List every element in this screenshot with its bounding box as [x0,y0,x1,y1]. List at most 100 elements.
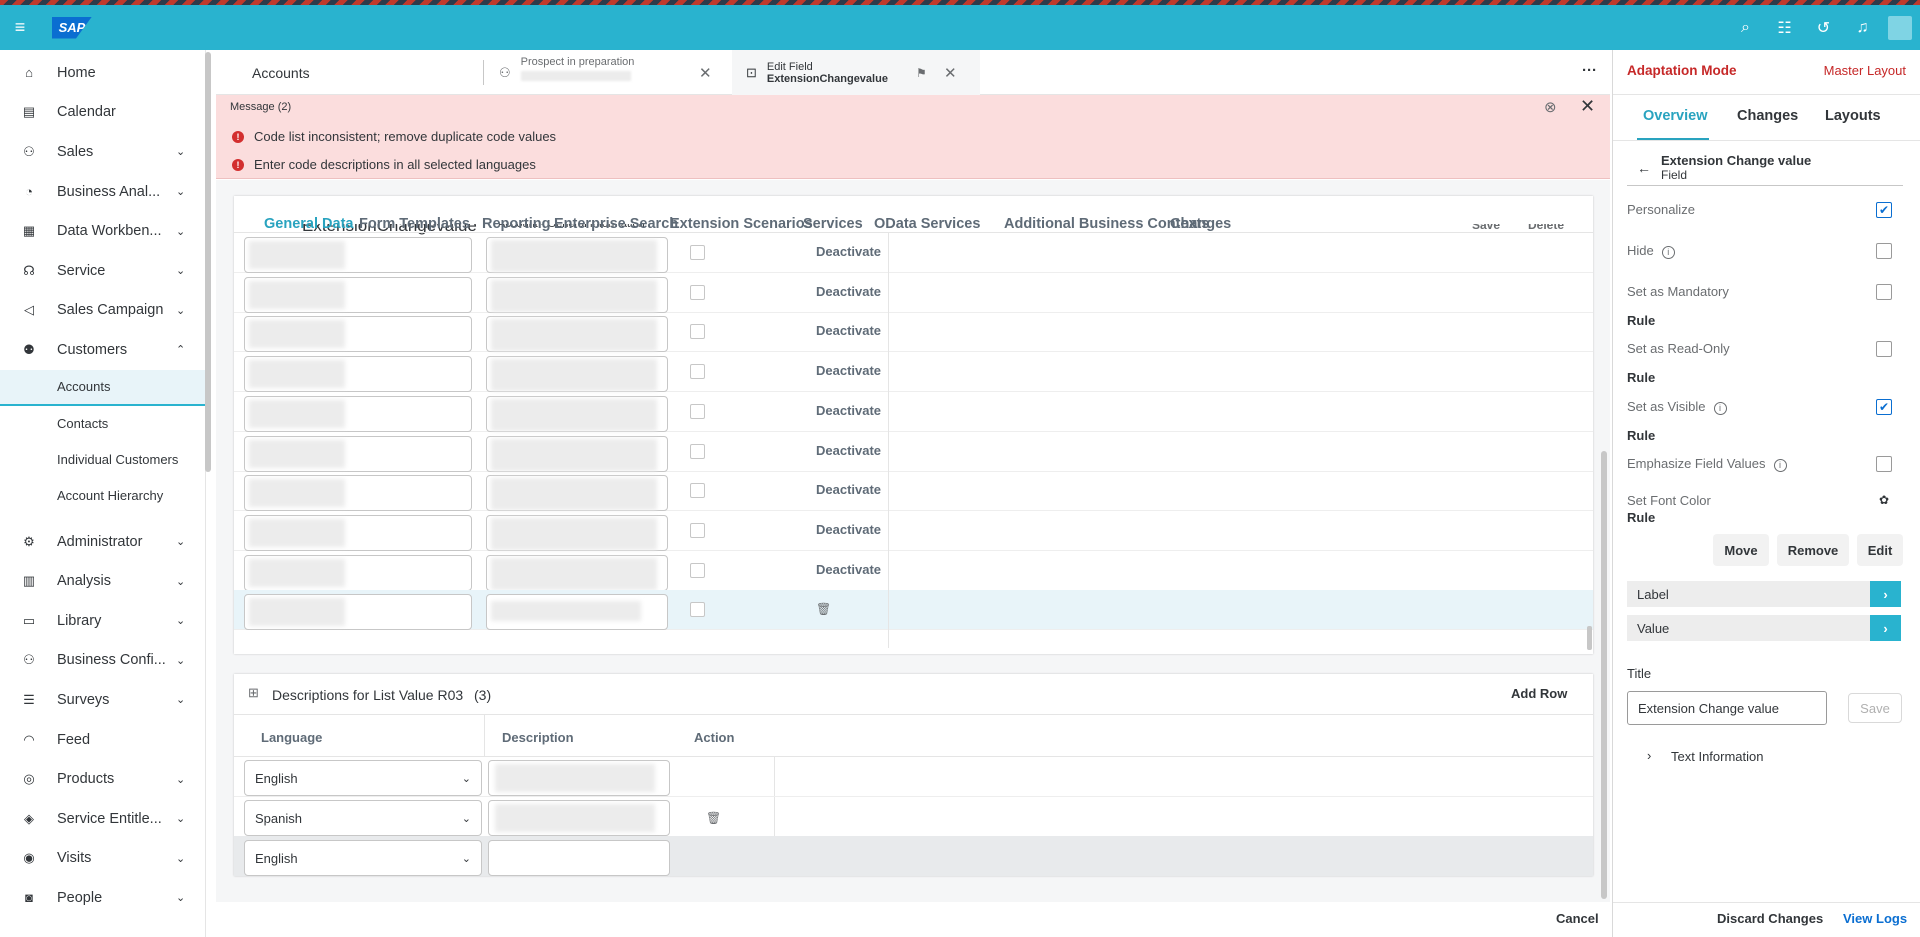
sidebar-subitem-accounts[interactable]: Accounts [0,369,205,406]
feedback-icon[interactable]: ☷ [1765,18,1804,38]
row-checkbox[interactable] [690,562,705,578]
sidebar-item-analysis[interactable]: ▥ Analysis ⌄ [0,561,205,601]
sap-logo[interactable]: SAP [52,16,92,39]
code-input[interactable] [244,356,472,393]
code-input[interactable] [244,435,472,472]
code-input[interactable] [244,276,472,313]
master-layout-label[interactable]: Master Layout [1824,63,1906,78]
tab-accounts[interactable]: Accounts [252,50,310,95]
table-row[interactable]: Deactivate [234,471,1593,512]
remove-button[interactable]: Remove [1777,534,1849,566]
sidebar-item-surveys[interactable]: ☰ Surveys ⌄ [0,680,205,720]
sidebar-item-data-workben[interactable]: ▦ Data Workben... ⌄ [0,211,205,251]
bell-icon[interactable]: ♫ [1843,19,1882,37]
code-description-input[interactable] [486,395,668,432]
message-item[interactable]: ! Enter code descriptions in all selecte… [232,157,536,172]
deactivate-button[interactable]: Deactivate [816,482,881,497]
chevron-down-icon[interactable]: ⌄ [176,264,185,277]
sidebar-item-business-anal[interactable]: ◔ Business Anal... ⌄ [0,172,205,212]
chevron-up-icon[interactable]: ⌃ [176,343,185,356]
deactivate-button[interactable]: Deactivate [816,284,881,299]
deactivate-button[interactable]: Deactivate [816,403,881,418]
info-icon[interactable]: i [1661,246,1675,259]
table-row[interactable]: Deactivate [234,312,1593,353]
sidebar-item-visits[interactable]: ◉ Visits ⌄ [0,839,205,879]
personalize-checkbox[interactable]: ✔ [1876,202,1892,218]
tab-form-templates[interactable]: Form Templates [359,216,470,232]
chevron-down-icon[interactable]: ⌄ [176,185,185,198]
chevron-down-icon[interactable]: ⌄ [176,693,185,706]
close-icon[interactable]: ✕ [699,64,712,82]
menu-icon[interactable]: ≡ [0,17,40,38]
row-checkbox[interactable] [690,443,705,459]
sidebar-item-customers[interactable]: ⚉ Customers ⌃ [0,330,205,370]
close-icon[interactable]: ✕ [944,64,957,82]
sidebar-item-business-confi[interactable]: ⚇ Business Confi... ⌄ [0,641,205,681]
chevron-down-icon[interactable]: ⌄ [176,225,185,238]
table-row[interactable]: Deactivate [234,551,1593,591]
value-row[interactable]: Value › [1627,615,1901,641]
save-button[interactable]: Save [1848,693,1902,723]
sidebar-subitem-account-hierarchy[interactable]: Account Hierarchy [0,478,205,514]
row-checkbox[interactable] [690,364,705,380]
tab-services[interactable]: Services [803,216,863,232]
deactivate-button[interactable]: Deactivate [816,443,881,458]
table-row[interactable]: Deactivate [234,511,1593,551]
deactivate-button[interactable]: Deactivate [816,522,881,537]
sidebar-item-library[interactable]: ▭ Library ⌄ [0,601,205,641]
palette-icon[interactable]: ✿ [1879,493,1889,507]
sidebar-item-people[interactable]: ◙ People ⌄ [0,878,205,918]
tab-edit-field[interactable]: ⊡ Edit Field ExtensionChangevalue ⚑ ✕ [732,50,980,95]
sidebar-item-products[interactable]: ◎ Products ⌄ [0,759,205,799]
sidebar-subitem-individual-customers[interactable]: Individual Customers [0,442,205,478]
table-row[interactable]: 🗑 [234,590,1593,631]
chevron-down-icon[interactable]: ⌄ [176,773,185,786]
deactivate-button[interactable]: Deactivate [816,562,881,577]
text-information-toggle[interactable]: Text Information [1671,749,1764,764]
sidebar-item-sales[interactable]: ⚇ Sales ⌄ [0,132,205,172]
sidebar-item-sales-campaign[interactable]: ◁ Sales Campaign ⌄ [0,291,205,331]
tab-changes[interactable]: Changes [1170,216,1231,232]
readonly-rule-link[interactable]: Rule [1627,370,1655,385]
code-description-input[interactable] [486,316,668,353]
description-input[interactable] [488,760,670,796]
back-arrow-icon[interactable]: ← [1637,160,1651,176]
delete-icon[interactable]: 🗑 [816,602,831,616]
edit-button[interactable]: Edit [1857,534,1903,566]
code-description-input[interactable] [486,435,668,472]
title-input[interactable] [1627,691,1827,725]
sidebar-item-home[interactable]: ⌂ Home [0,53,205,93]
font-color-rule-link[interactable]: Rule [1627,510,1655,525]
cancel-button[interactable]: Cancel [1556,911,1599,926]
message-flag-icon[interactable]: ⚑ [916,66,927,80]
row-checkbox[interactable] [690,324,705,340]
readonly-checkbox[interactable] [1876,341,1892,357]
deactivate-button[interactable]: Deactivate [816,323,881,338]
row-checkbox[interactable] [690,483,705,499]
tab-prospect[interactable]: ⚇ Prospect in preparation ✕ [499,50,715,95]
add-row-button[interactable]: Add Row [1511,686,1567,701]
table-row[interactable]: Deactivate [234,352,1593,393]
sidebar-item-service[interactable]: ☊ Service ⌄ [0,251,205,291]
column-header-action[interactable]: Action [694,730,734,745]
row-checkbox[interactable] [690,403,705,419]
sidebar-item-service-entitle[interactable]: ◈ Service Entitle... ⌄ [0,799,205,839]
main-scrollbar[interactable] [1601,451,1607,899]
chevron-right-icon[interactable]: › [1870,615,1901,641]
discard-changes-button[interactable]: Discard Changes [1717,911,1823,926]
visible-checkbox[interactable]: ✔ [1876,399,1892,415]
table-scrollbar[interactable] [1587,626,1592,650]
tab-changes[interactable]: Changes [1737,108,1798,124]
chevron-down-icon[interactable]: ⌄ [176,852,185,865]
code-description-input[interactable] [486,276,668,313]
info-icon[interactable]: i [1713,402,1727,415]
avatar[interactable] [1888,15,1912,40]
tab-enterprise-search[interactable]: Enterprise Search [554,216,678,232]
row-checkbox[interactable] [690,602,705,618]
tab-overview[interactable]: Overview [1643,108,1708,124]
sidebar-subitem-contacts[interactable]: Contacts [0,406,205,442]
search-icon[interactable]: ⌕ [1726,19,1765,37]
code-description-input[interactable] [486,554,668,591]
emphasize-checkbox[interactable] [1876,456,1892,472]
chevron-down-icon[interactable]: ⌄ [176,812,185,825]
